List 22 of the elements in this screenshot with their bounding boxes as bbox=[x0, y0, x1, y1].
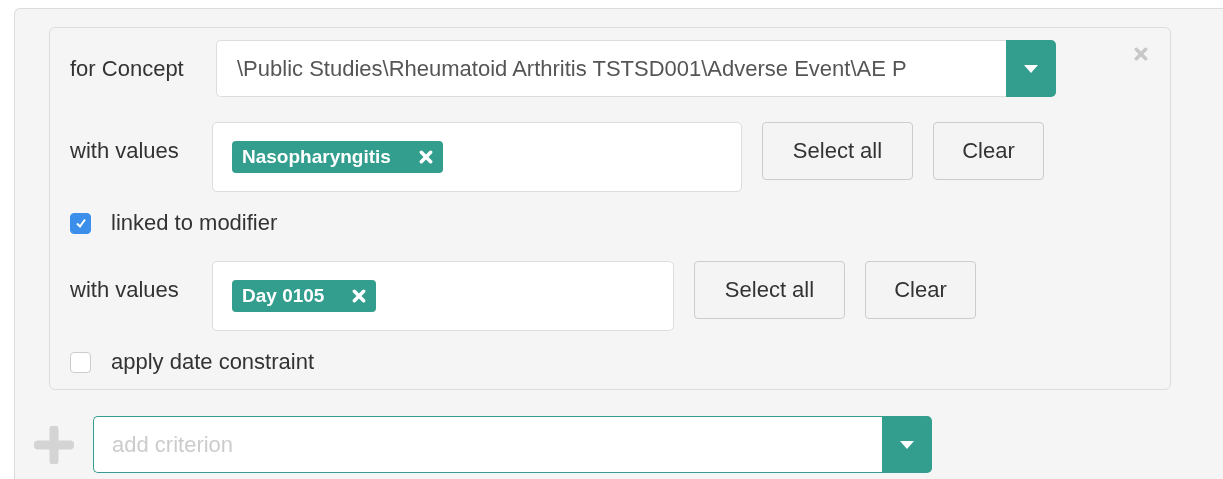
close-icon[interactable] bbox=[1134, 47, 1148, 61]
tag-text: Nasopharyngitis bbox=[242, 146, 391, 168]
checkbox[interactable] bbox=[70, 351, 91, 373]
remove-icon[interactable] bbox=[352, 289, 367, 303]
remove-icon[interactable] bbox=[418, 150, 433, 164]
concept-label: for Concept bbox=[70, 55, 185, 82]
caret-icon bbox=[1024, 64, 1038, 73]
caret-icon bbox=[900, 440, 914, 449]
select-all-button[interactable]: Select all bbox=[694, 261, 845, 319]
dropdown-button[interactable] bbox=[1006, 40, 1056, 97]
concept-field[interactable]: \Public Studies\Rheumatoid Arthritis TSTSD001\Adverse Event\AE P bbox=[216, 40, 1006, 97]
values-label: with values bbox=[70, 277, 180, 303]
plus-icon[interactable] bbox=[34, 425, 74, 464]
checkbox-label: apply date constraint bbox=[111, 349, 315, 375]
clear-button[interactable]: Clear bbox=[865, 261, 976, 319]
clear-button[interactable]: Clear bbox=[933, 122, 1044, 180]
checkbox[interactable] bbox=[70, 212, 91, 234]
checkbox-label: linked to modifier bbox=[111, 210, 278, 236]
dropdown-button[interactable] bbox=[882, 416, 932, 473]
select-all-button[interactable]: Select all bbox=[762, 122, 913, 180]
values-label: with values bbox=[70, 138, 180, 164]
tag-text: Day 0105 bbox=[242, 285, 325, 307]
